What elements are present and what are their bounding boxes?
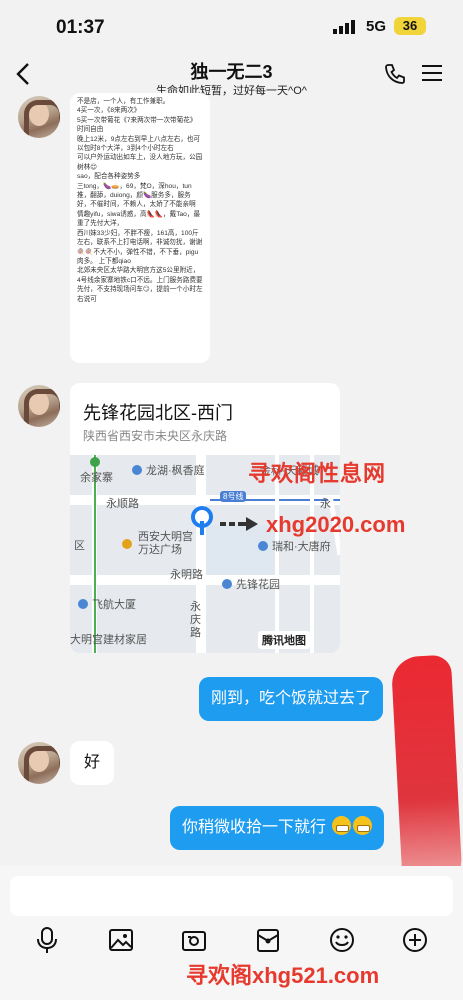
map-label-yujiazhai: 余家寨 [80, 472, 113, 484]
outgoing-message[interactable]: 刚到，吃个饭就过去了 [199, 677, 384, 721]
status-bar: 01:37 5G 36 [0, 0, 463, 52]
chat-header: 独一无二3 生命如此短暂，过好每一天^O^ [0, 52, 463, 100]
subway-icon [90, 457, 100, 467]
map-label-yongshun: 永顺路 [106, 498, 139, 510]
map-label-longhu: 龙湖·枫香庭 [146, 465, 205, 477]
arrow-icon [220, 517, 258, 531]
map-label-line8: 8号线 [220, 491, 247, 502]
map-label-yongqing: 永 庆 路 [190, 601, 201, 639]
incoming-long-message[interactable]: 不是店，一个人，有工作兼职。 4买一次，《8来两次》 5买一次带葡花《7来两次带… [70, 93, 210, 363]
outgoing-message[interactable]: 你稍微收拾一下就行 [170, 806, 385, 850]
mall-icon [122, 539, 132, 549]
map-label-xianfeng: 先锋花园 [236, 579, 280, 591]
residence-icon [258, 541, 268, 551]
signal-icon [333, 20, 355, 34]
map-label-yongming: 永明路 [170, 569, 203, 581]
building-icon [78, 599, 88, 609]
contact-avatar[interactable] [18, 385, 60, 427]
location-title: 先锋花园北区-西门 [83, 403, 233, 423]
grin-emoji-icon [353, 816, 373, 835]
message-text: 刚到，吃个饭就过去了 [211, 690, 372, 707]
residence-icon [222, 579, 232, 589]
long-message-text: 不是店，一个人，有工作兼职。 4买一次，《8来两次》 5买一次带葡花《7来两次带… [77, 98, 203, 303]
map-label-feihang: 飞航大厦 [92, 599, 136, 611]
network-type: 5G [366, 18, 387, 35]
residence-icon [132, 465, 142, 475]
map-label-yong: 永 [320, 498, 331, 510]
image-icon[interactable] [107, 926, 135, 954]
battery-indicator: 36 [394, 17, 426, 35]
map-label-jiancai: 大明宫建材家居 [70, 634, 147, 646]
phone-call-icon[interactable] [383, 62, 407, 86]
map-label-wanda: 西安大明宫 万达广场 [138, 531, 193, 556]
message-text: 好 [84, 754, 101, 771]
contact-avatar[interactable] [18, 742, 60, 784]
map-label-qu: 区 [74, 540, 85, 552]
contact-avatar[interactable] [18, 96, 60, 138]
message-input[interactable] [10, 876, 453, 916]
plus-icon[interactable] [401, 926, 429, 954]
status-time: 01:37 [56, 17, 105, 38]
camera-icon[interactable] [180, 926, 208, 954]
map-label-ruihe: 瑞和·大唐府 [272, 541, 331, 553]
watermark-text-1: 寻欢阁性息网 [248, 461, 387, 486]
microphone-icon[interactable] [33, 926, 61, 954]
grin-emoji-icon [332, 816, 352, 835]
watermark-text-2: xhg2020.com [266, 512, 406, 537]
message-text: 你稍微收拾一下就行 [182, 819, 327, 836]
input-bar: 寻欢阁xhg521.com [0, 866, 463, 1000]
map-logo: 腾讯地图 [258, 631, 310, 649]
red-scribble [390, 654, 463, 898]
emoji-icon[interactable] [328, 926, 356, 954]
watermark-text-3: 寻欢阁xhg521.com [186, 963, 380, 988]
location-address: 陕西省西安市未央区永庆路 [83, 429, 228, 443]
menu-icon[interactable] [422, 64, 442, 82]
incoming-message[interactable]: 好 [70, 741, 115, 785]
red-packet-icon[interactable] [254, 926, 282, 954]
